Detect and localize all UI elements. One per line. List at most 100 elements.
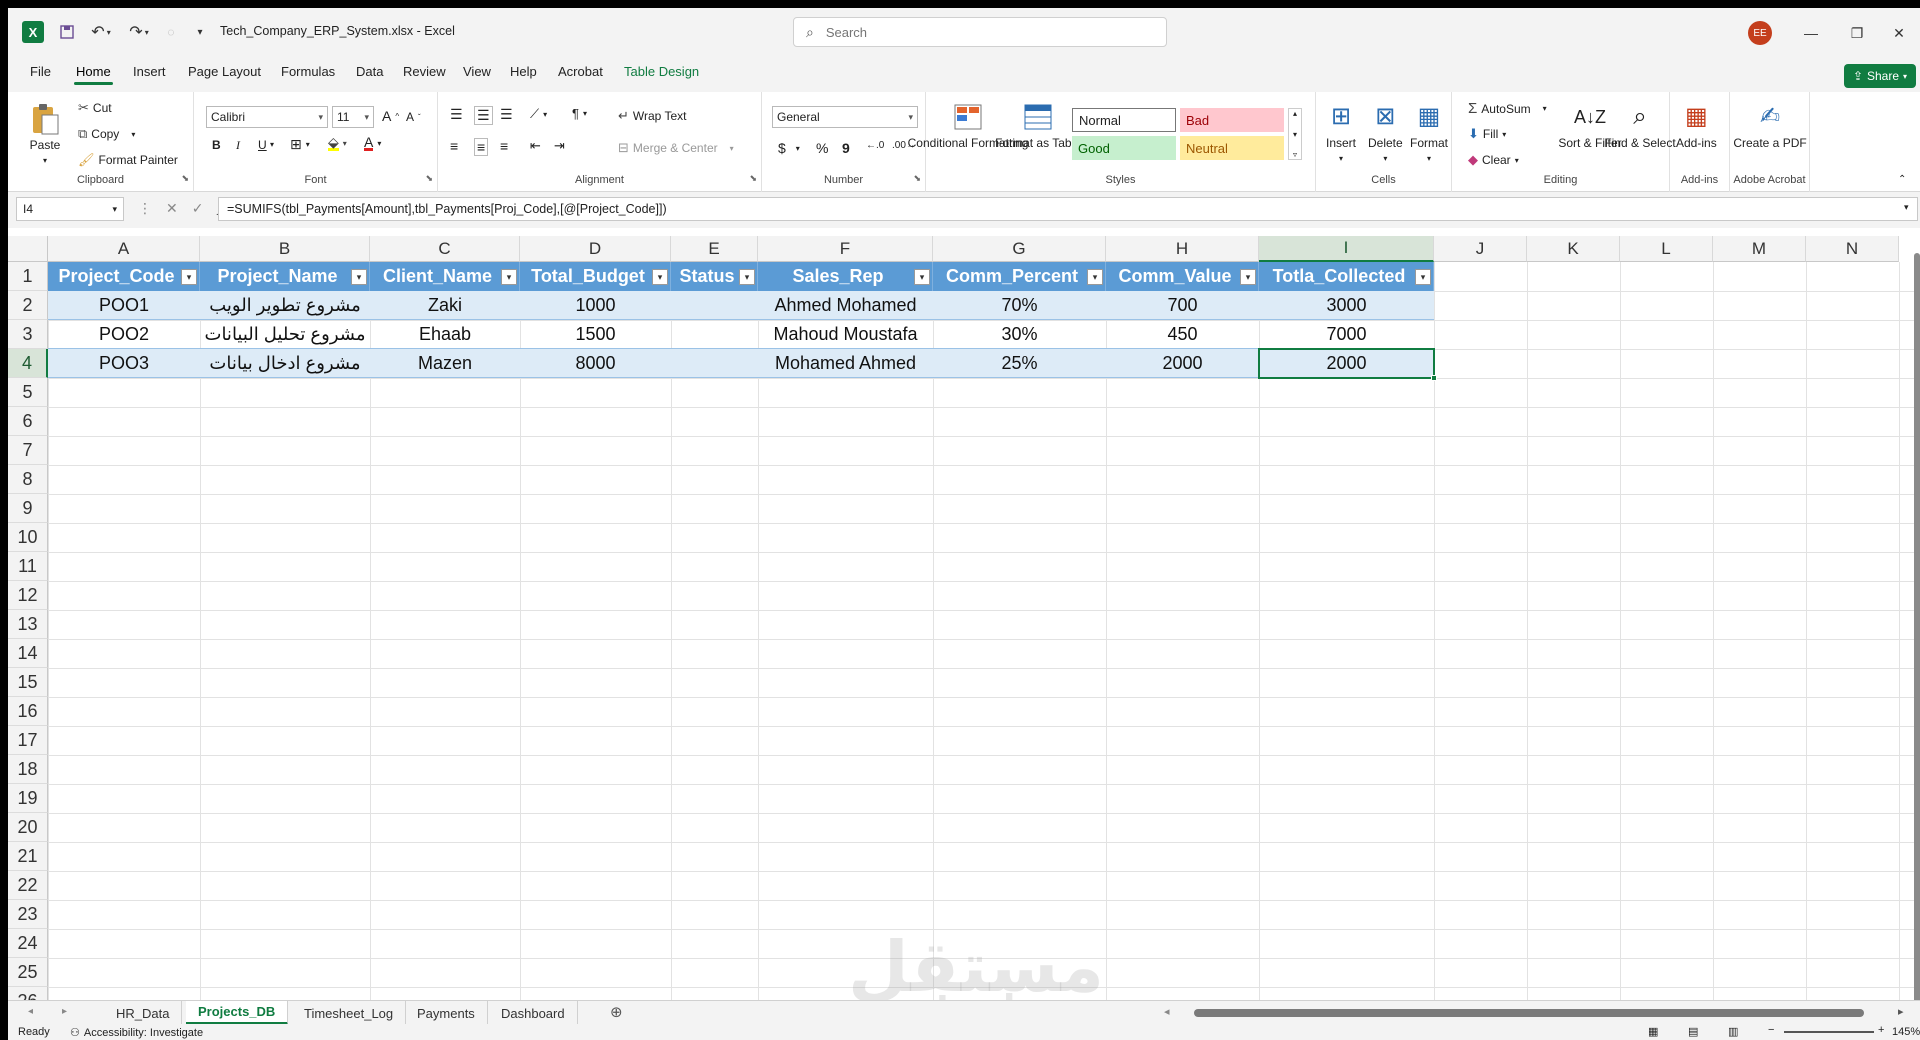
row-header-9[interactable]: 9 — [8, 494, 48, 523]
tab-home[interactable]: Home — [74, 64, 113, 85]
align-right-icon[interactable]: ≡ — [500, 138, 508, 154]
avatar[interactable]: EE — [1748, 21, 1772, 45]
font-family-select[interactable]: Calibri ▾ — [206, 106, 328, 128]
row-header-13[interactable]: 13 — [8, 610, 48, 639]
table-header-cell[interactable]: Project_Code ▾ — [48, 262, 200, 291]
tab-review[interactable]: Review — [401, 64, 448, 79]
zoom-out-icon[interactable]: − — [1768, 1024, 1774, 1036]
percent-button[interactable]: % — [816, 140, 828, 156]
increase-decimal-icon[interactable]: ←.0 — [866, 140, 884, 151]
font-color-icon[interactable]: A ▾ — [364, 135, 381, 151]
increase-font-icon[interactable]: A ^ — [382, 108, 399, 124]
row-header-4[interactable]: 4 — [8, 349, 48, 378]
table-cell[interactable]: Mohamed Ahmed — [758, 349, 933, 378]
row-header-19[interactable]: 19 — [8, 784, 48, 813]
currency-button[interactable]: $ ▾ — [778, 140, 800, 156]
row-header-15[interactable]: 15 — [8, 668, 48, 697]
cut-button[interactable]: ✂ Cut — [78, 100, 112, 116]
restore-icon[interactable]: ❐ — [1834, 20, 1880, 46]
row-header-6[interactable]: 6 — [8, 407, 48, 436]
row-header-10[interactable]: 10 — [8, 523, 48, 552]
create-pdf-button[interactable]: ✍ Create a PDF — [1733, 100, 1806, 151]
format-cells-button[interactable]: ▦ Format ▾ — [1410, 100, 1448, 166]
autosum-button[interactable]: Σ AutoSum ▾ — [1468, 100, 1547, 117]
filter-dropdown-icon[interactable]: ▾ — [181, 269, 197, 285]
row-header-24[interactable]: 24 — [8, 929, 48, 958]
table-cell[interactable]: 2000 — [1106, 349, 1259, 378]
underline-button[interactable]: U — [258, 138, 267, 152]
table-cell[interactable]: مشروع تحليل البيانات — [200, 320, 370, 349]
table-cell[interactable]: 1000 — [520, 291, 671, 320]
row-header-17[interactable]: 17 — [8, 726, 48, 755]
clear-button[interactable]: ◆ Clear ▾ — [1468, 152, 1519, 168]
table-cell[interactable]: 30% — [933, 320, 1106, 349]
table-cell[interactable]: Ehaab — [370, 320, 520, 349]
search-input[interactable] — [825, 24, 1126, 40]
row-header-12[interactable]: 12 — [8, 581, 48, 610]
undo-icon[interactable]: ↶ ▾ — [84, 18, 118, 46]
table-cell[interactable]: 8000 — [520, 349, 671, 378]
conditional-formatting-button[interactable]: Conditional Formatting — [908, 100, 1028, 150]
scroll-tabs-right-icon[interactable]: ▸ — [62, 1006, 67, 1017]
tab-view[interactable]: View — [461, 64, 493, 79]
scroll-left-icon[interactable]: ◂ — [1164, 1005, 1170, 1018]
styles-gallery-scroll-icon[interactable]: ▴ ▾ ▿ — [1288, 108, 1302, 160]
tab-file[interactable]: File — [28, 64, 53, 79]
table-header-cell[interactable]: Comm_Value ▾ — [1106, 262, 1259, 291]
increase-indent-icon[interactable]: ⇥ — [554, 138, 565, 154]
active-cell-selection[interactable] — [1258, 348, 1435, 379]
accessibility-status[interactable]: ⚇ Accessibility: Investigate — [70, 1026, 203, 1040]
filter-dropdown-icon[interactable]: ▾ — [501, 269, 517, 285]
tab-acrobat[interactable]: Acrobat — [556, 64, 605, 79]
dialog-launcher-icon[interactable]: ⬊ — [749, 173, 757, 184]
borders-icon[interactable]: ⊞ ▾ — [290, 136, 310, 153]
fill-color-icon[interactable]: ⬙ ▾ — [328, 135, 347, 151]
table-header-cell[interactable]: Client_Name ▾ — [370, 262, 520, 291]
autosave-icon[interactable]: ◌ — [160, 18, 182, 46]
tab-data[interactable]: Data — [354, 64, 385, 79]
name-box[interactable]: I4 ▾ — [16, 197, 124, 221]
zoom-level[interactable]: 145% — [1892, 1026, 1920, 1038]
select-all-corner[interactable] — [8, 236, 48, 262]
column-header-e[interactable]: E — [671, 236, 758, 262]
vertical-scrollbar[interactable] — [1914, 253, 1920, 1003]
sheet-tab-dashboard[interactable]: Dashboard — [489, 1001, 578, 1025]
comma-button[interactable]: 9 — [842, 140, 850, 156]
table-cell[interactable]: Mahoud Moustafa — [758, 320, 933, 349]
row-header-14[interactable]: 14 — [8, 639, 48, 668]
dialog-launcher-icon[interactable]: ⬊ — [425, 173, 433, 184]
sheet-tab-payments[interactable]: Payments — [405, 1001, 488, 1025]
sheet-tab-hr-data[interactable]: HR_Data — [104, 1001, 183, 1025]
table-cell[interactable]: Mazen — [370, 349, 520, 378]
table-cell[interactable] — [671, 349, 758, 378]
column-header-i[interactable]: I — [1259, 236, 1434, 262]
filter-dropdown-icon[interactable]: ▾ — [739, 269, 755, 285]
search-box[interactable]: ⌕ — [793, 17, 1167, 47]
insert-cells-button[interactable]: ⊞ Insert ▾ — [1324, 100, 1358, 166]
column-header-h[interactable]: H — [1106, 236, 1259, 262]
add-sheet-icon[interactable]: ⊕ — [610, 1003, 623, 1021]
row-header-18[interactable]: 18 — [8, 755, 48, 784]
filter-dropdown-icon[interactable]: ▾ — [652, 269, 668, 285]
chevron-down-icon[interactable]: ▾ — [270, 140, 274, 149]
bold-button[interactable]: B — [212, 138, 221, 152]
paste-button[interactable]: Paste ▾ — [28, 102, 62, 168]
row-header-21[interactable]: 21 — [8, 842, 48, 871]
column-header-f[interactable]: F — [758, 236, 933, 262]
table-cell[interactable]: 25% — [933, 349, 1106, 378]
table-header-cell[interactable]: Totla_Collected ▾ — [1259, 262, 1434, 291]
wrap-text-button[interactable]: ↵ Wrap Text — [618, 108, 686, 124]
row-header-8[interactable]: 8 — [8, 465, 48, 494]
table-cell[interactable]: POO2 — [48, 320, 200, 349]
fill-button[interactable]: ⬇ Fill ▾ — [1468, 126, 1506, 142]
enter-icon[interactable]: ✓ — [192, 200, 204, 217]
table-cell[interactable]: POO1 — [48, 291, 200, 320]
table-header-cell[interactable]: Sales_Rep ▾ — [758, 262, 933, 291]
style-normal[interactable]: Normal — [1072, 108, 1176, 132]
table-cell[interactable]: 450 — [1106, 320, 1259, 349]
column-header-k[interactable]: K — [1527, 236, 1620, 262]
dialog-launcher-icon[interactable]: ⬊ — [913, 173, 921, 184]
minimize-icon[interactable]: — — [1788, 20, 1834, 46]
table-cell[interactable]: Ahmed Mohamed — [758, 291, 933, 320]
style-neutral[interactable]: Neutral — [1180, 136, 1284, 160]
